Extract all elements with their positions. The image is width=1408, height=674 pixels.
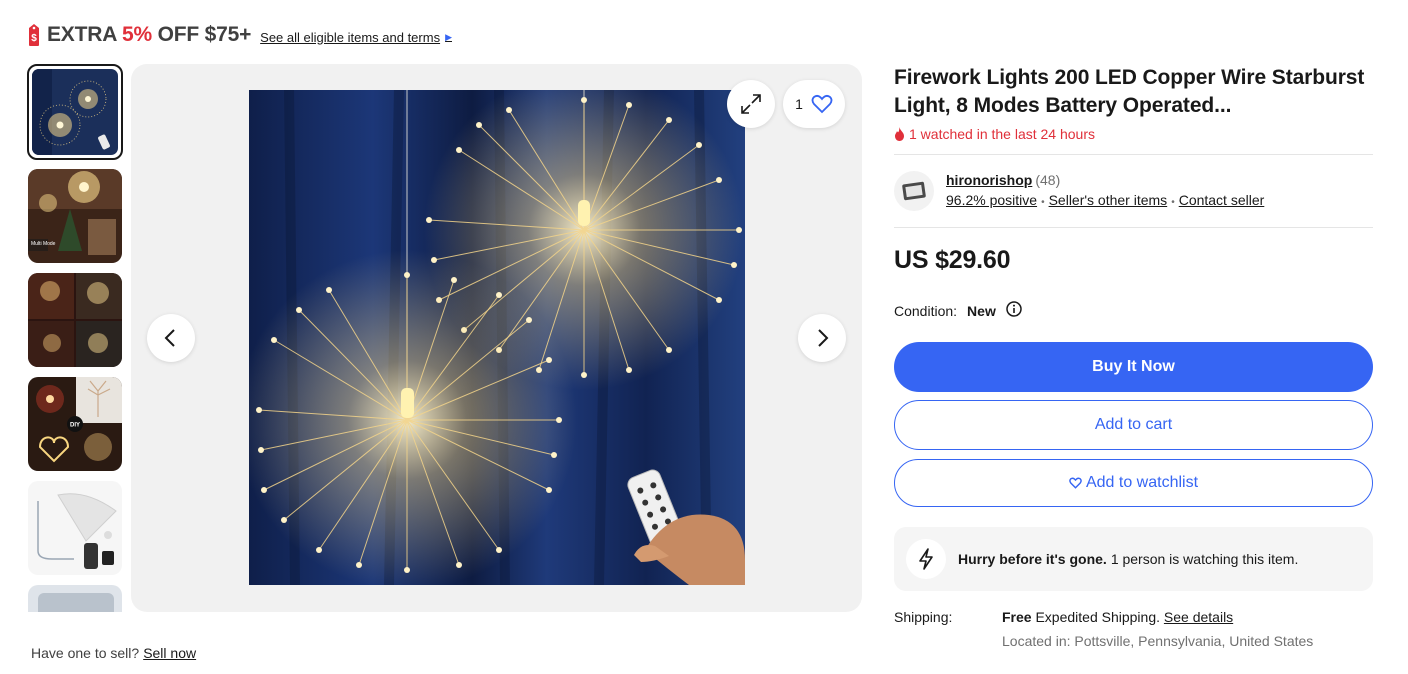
shipping-section: Shipping: Free Expedited Shipping. See d…: [894, 609, 1373, 649]
thumbnail-2[interactable]: Multi Mode: [28, 169, 122, 263]
condition-value: New: [967, 302, 996, 319]
lightning-icon: [906, 539, 946, 579]
watch-activity: 1 watched in the last 24 hours: [894, 126, 1373, 142]
shipping-value: Free Expedited Shipping. See details: [1002, 609, 1234, 625]
seller-feedback-count: (48): [1035, 171, 1061, 188]
product-photo: [249, 90, 745, 585]
seller-other-items-link[interactable]: Seller's other items: [1049, 192, 1168, 208]
seller-name-link[interactable]: hironorishop: [946, 172, 1032, 188]
thumbnail-6[interactable]: [28, 585, 122, 612]
next-image-button[interactable]: [798, 314, 846, 362]
condition-row: Condition: New: [894, 301, 1373, 320]
seller-card: hironorishop (48) 96.2% positive • Seller's…: [894, 155, 1373, 227]
urgency-detail: 1 person is watching this item.: [1110, 551, 1299, 567]
favorite-button[interactable]: 1: [783, 80, 845, 128]
seller-positive-link[interactable]: 96.2% positive: [946, 192, 1037, 208]
condition-label: Condition:: [894, 302, 958, 319]
contact-seller-link[interactable]: Contact seller: [1179, 192, 1265, 208]
separator-dot: •: [1171, 196, 1175, 208]
sell-prompt: Have one to sell? Sell now: [31, 645, 197, 661]
urgency-headline: Hurry before it's gone.: [958, 551, 1107, 567]
add-to-cart-button[interactable]: Add to cart: [894, 400, 1373, 450]
thumbnail-label: DIY: [70, 423, 80, 429]
item-location: Located in: Pottsville, Pennsylvania, Un…: [1002, 633, 1314, 649]
promo-headline: EXTRA 5% OFF $75+: [47, 23, 252, 46]
svg-text:$: $: [31, 33, 37, 44]
item-price: US $29.60: [894, 246, 1011, 274]
urgency-banner: Hurry before it's gone. 1 person is watch…: [894, 527, 1373, 591]
thumbnail-4[interactable]: DIY: [28, 377, 122, 471]
triangle-right-icon: ▶: [445, 31, 452, 42]
item-details: Firework Lights 200 LED Copper Wire Star…: [894, 64, 1373, 649]
store-image-icon: [902, 181, 926, 201]
item-title: Firework Lights 200 LED Copper Wire Star…: [894, 66, 1365, 117]
chevron-right-icon: [818, 329, 829, 347]
info-icon[interactable]: [1006, 301, 1022, 320]
thumbnail-5[interactable]: [28, 481, 122, 575]
heart-icon: [811, 94, 833, 114]
expand-image-button[interactable]: [727, 80, 775, 128]
divider: [894, 227, 1373, 228]
promo-banner: $ EXTRA 5% OFF $75+ See all eligible ite…: [26, 22, 452, 48]
chevron-left-icon: [164, 329, 175, 347]
thumbnail-3[interactable]: [28, 273, 122, 367]
thumbnail-label: Multi Mode: [31, 241, 56, 247]
promo-terms-link[interactable]: See all eligible items and terms ▶: [260, 26, 452, 45]
expand-icon: [741, 94, 761, 114]
price-tag-icon: $: [26, 24, 42, 46]
separator-dot: •: [1041, 196, 1045, 208]
favorite-count: 1: [795, 96, 803, 112]
main-product-image[interactable]: 1: [131, 64, 862, 612]
heart-icon: [1069, 477, 1082, 489]
see-details-link[interactable]: See details: [1164, 609, 1233, 625]
seller-avatar[interactable]: [894, 171, 934, 211]
thumbnail-1[interactable]: [27, 64, 123, 160]
buy-it-now-button[interactable]: Buy It Now: [894, 342, 1373, 392]
thumbnail-strip[interactable]: Multi Mode DIY: [27, 64, 123, 612]
shipping-label: Shipping:: [894, 609, 953, 625]
previous-image-button[interactable]: [147, 314, 195, 362]
add-to-watchlist-button[interactable]: Add to watchlist: [894, 459, 1373, 507]
flame-icon: [895, 127, 904, 141]
sell-now-link[interactable]: Sell now: [143, 645, 196, 661]
